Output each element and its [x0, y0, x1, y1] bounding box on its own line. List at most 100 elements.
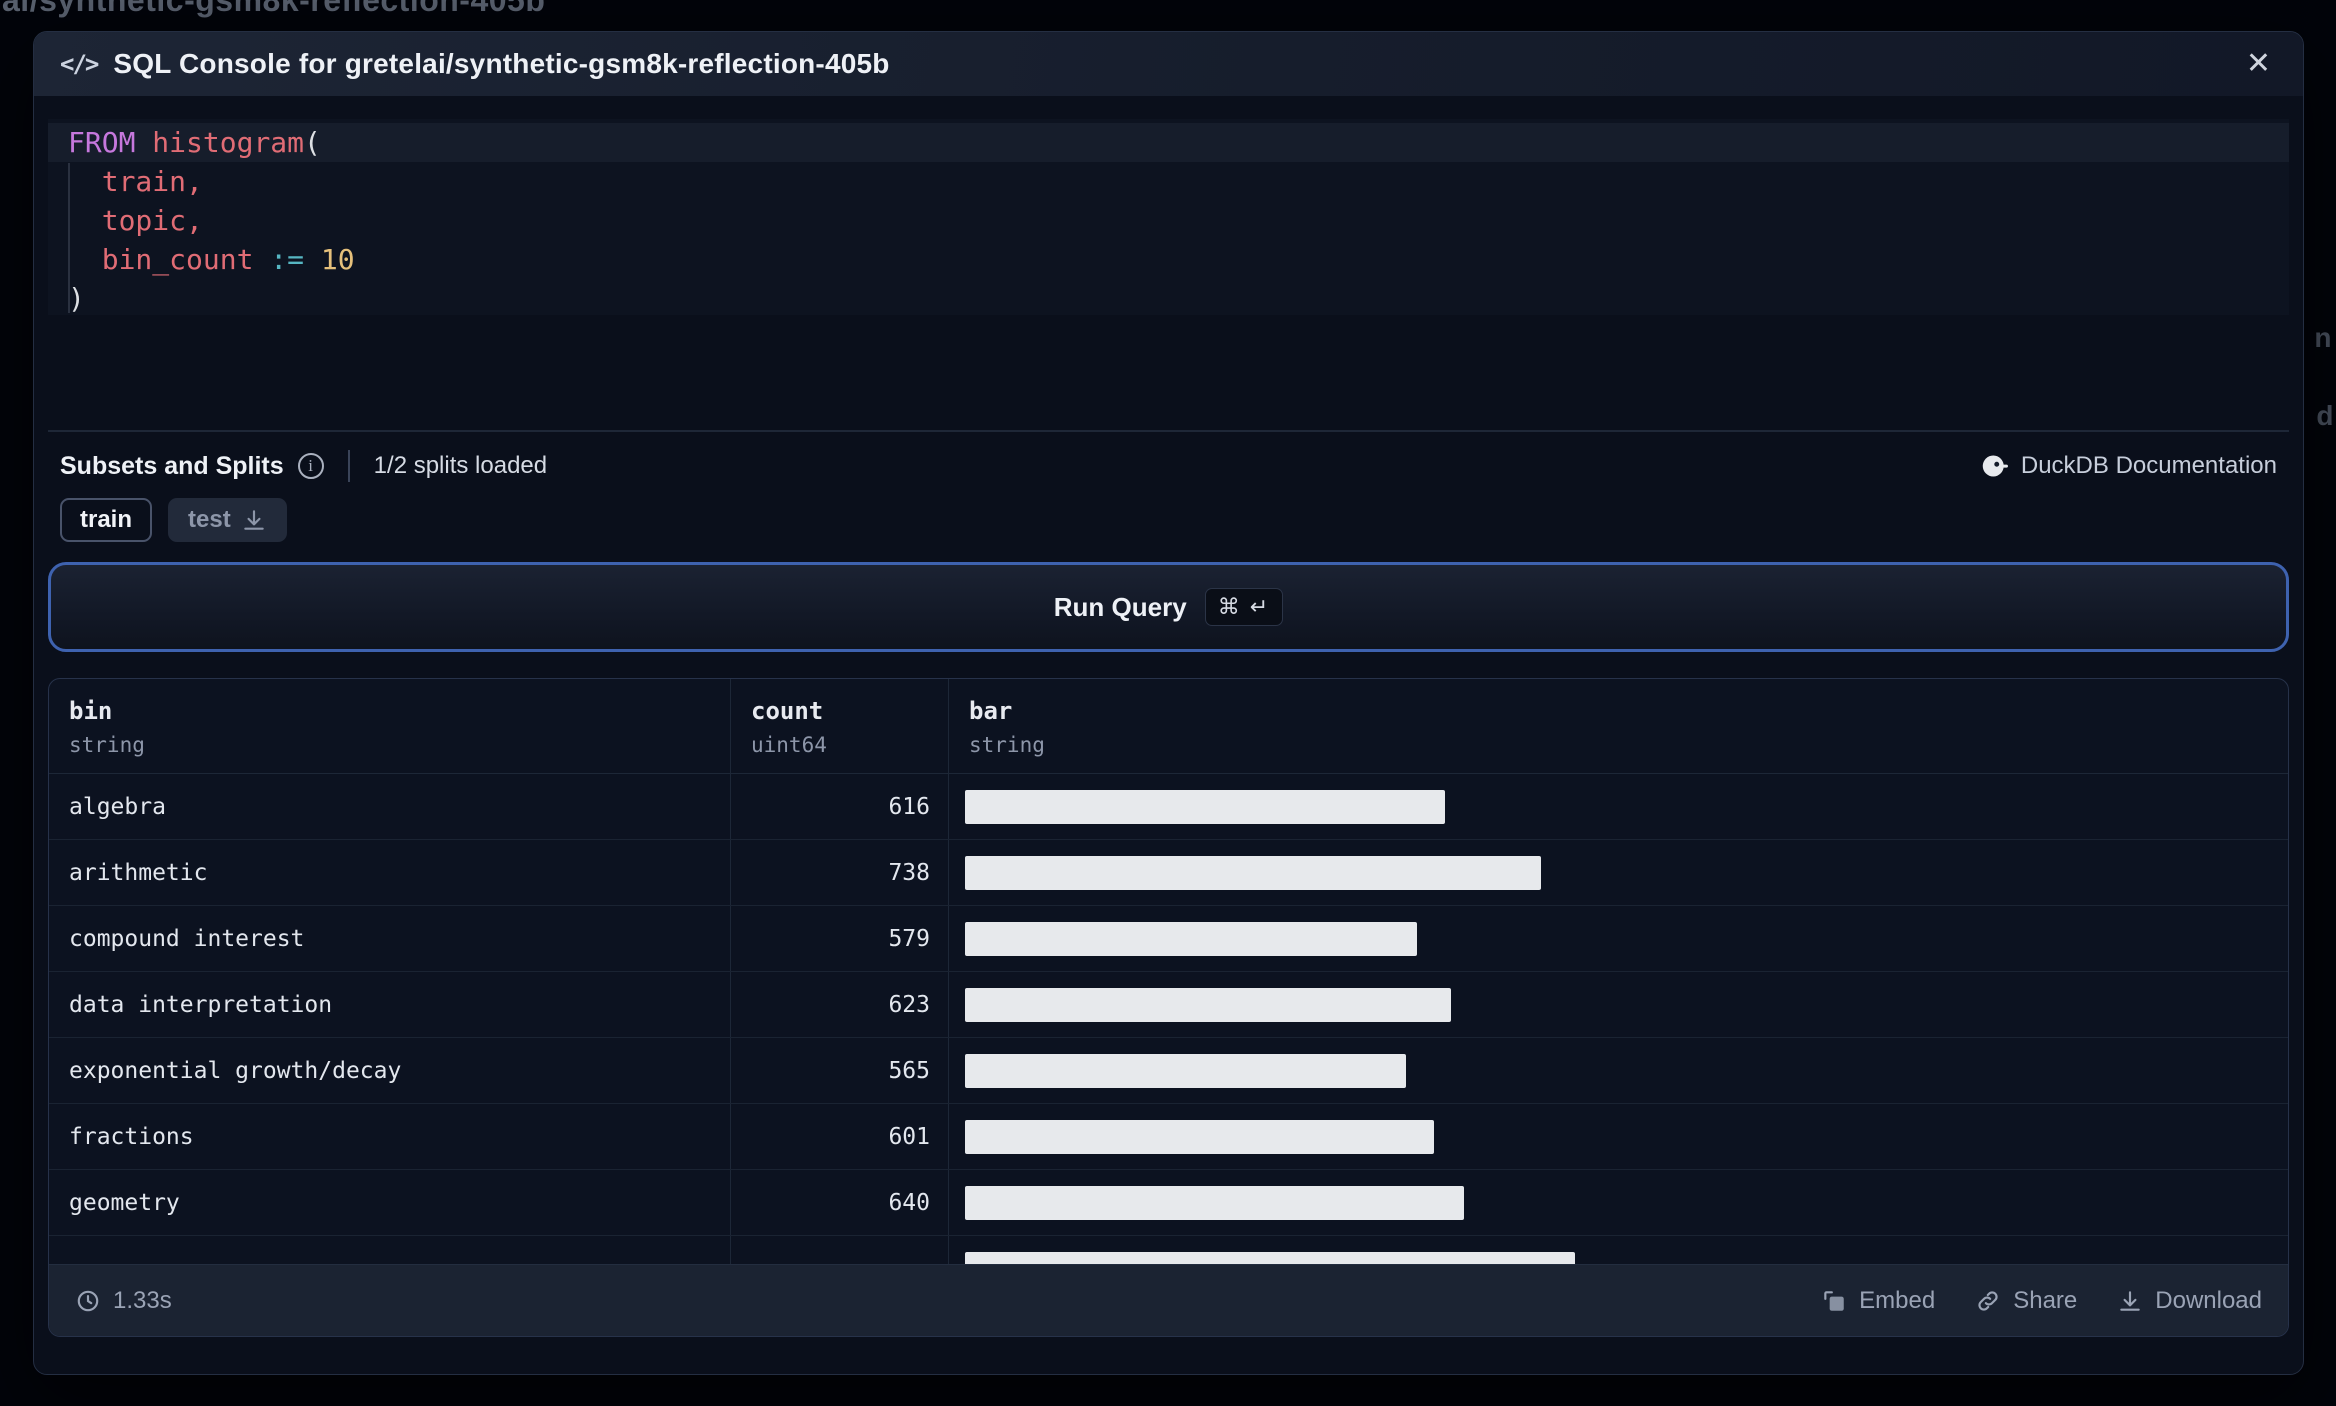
histogram-bar: [965, 921, 1417, 956]
table-row: algebra 616: [49, 774, 2288, 840]
split-label: test: [188, 506, 231, 533]
download-icon: [243, 510, 264, 530]
column-header-bin: bin string: [49, 679, 731, 773]
code-line: topic,: [48, 201, 2289, 240]
indent-guide: [68, 163, 70, 313]
run-query-label: Run Query: [1053, 591, 1187, 622]
table-header: bin string count uint64 bar string: [49, 679, 2288, 774]
column-header-bar: bar string: [949, 679, 2288, 773]
code-line: FROM histogram(: [48, 123, 2289, 162]
download-button[interactable]: Download: [2117, 1287, 2262, 1315]
splits-loaded-status: 1/2 splits loaded: [373, 452, 548, 479]
footer-action-label: Share: [2013, 1286, 2078, 1314]
count-cell: 565: [731, 1038, 949, 1103]
bin-cell: exponential growth/decay: [49, 1038, 731, 1103]
split-train-button[interactable]: train: [60, 498, 153, 542]
code-token: ,: [186, 165, 203, 198]
table-row: compound interest 579: [49, 906, 2288, 972]
sql-editor[interactable]: FROM histogram( train, topic, bin_count …: [48, 119, 2289, 315]
embed-icon: [1824, 1290, 1844, 1311]
close-button[interactable]: ✕: [2240, 45, 2277, 83]
bar-cell: [949, 972, 2288, 1037]
info-icon[interactable]: i: [297, 453, 324, 479]
code-token: bin_count: [101, 243, 254, 276]
bar-cell: [949, 840, 2288, 905]
footer-action-label: Download: [2155, 1286, 2262, 1314]
split-label: train: [80, 506, 133, 533]
query-duration: 1.33s: [75, 1287, 172, 1315]
split-buttons: train test: [60, 498, 2277, 542]
sql-console-modal: </> SQL Console for gretelai/synthetic-g…: [33, 31, 2304, 1375]
bar-cell: [949, 1236, 2288, 1264]
bin-cell: [49, 1236, 731, 1264]
split-test-button[interactable]: test: [168, 498, 287, 542]
share-button[interactable]: Share: [1975, 1287, 2077, 1315]
share-icon: [1978, 1290, 1998, 1311]
count-cell: 579: [731, 906, 949, 971]
code-token: train: [101, 165, 187, 198]
subsets-left: Subsets and Splits i 1/2 splits loaded: [60, 450, 547, 482]
code-token: ,: [186, 204, 203, 237]
count-cell: 616: [731, 774, 949, 839]
table-row: data interpretation 623: [49, 972, 2288, 1038]
subsets-row: Subsets and Splits i 1/2 splits loaded D…: [60, 450, 2277, 482]
code-token: histogram: [152, 126, 305, 159]
histogram-bar: [965, 1119, 1434, 1154]
background-text-fragment: n: [2314, 322, 2332, 353]
code-token: :=: [270, 243, 305, 276]
histogram-bar: [965, 1053, 1406, 1088]
table-row: geometry 640: [49, 1170, 2288, 1236]
column-name: bar: [969, 697, 1013, 725]
bin-cell: fractions: [49, 1104, 731, 1169]
bin-cell: arithmetic: [49, 840, 731, 905]
background-text-fragment: d: [2316, 400, 2334, 431]
docs-label: DuckDB Documentation: [2020, 452, 2277, 479]
code-token: topic: [101, 204, 187, 237]
bar-cell: [949, 1104, 2288, 1169]
embed-button[interactable]: Embed: [1821, 1287, 1935, 1315]
table-body[interactable]: algebra 616 arithmetic 738 compound interest…: [49, 774, 2288, 1264]
bar-cell: [949, 1038, 2288, 1103]
code-line: bin_count := 10: [48, 240, 2289, 279]
histogram-bar: [965, 987, 1451, 1022]
column-type: uint64: [751, 733, 827, 757]
run-query-button[interactable]: Run Query ⌘ ↵: [48, 562, 2289, 652]
code-line: ): [48, 279, 2289, 318]
table-row: arithmetic 738: [49, 840, 2288, 906]
count-cell: 601: [731, 1104, 949, 1169]
clock-icon: [77, 1290, 99, 1311]
histogram-bar: [965, 1185, 1464, 1220]
panel-divider: [48, 430, 2289, 432]
code-token: 10: [320, 243, 355, 276]
bin-cell: data interpretation: [49, 972, 731, 1037]
footer-action-label: Embed: [1859, 1286, 1936, 1314]
table-row: exponential growth/decay 565: [49, 1038, 2288, 1104]
footer-actions: Embed Share Download: [1821, 1287, 2262, 1315]
code-line: train,: [48, 162, 2289, 201]
download-icon: [2120, 1290, 2141, 1311]
column-type: string: [69, 733, 145, 757]
bar-cell: [949, 1170, 2288, 1235]
code-token: ): [68, 282, 85, 315]
code-token: (: [304, 126, 321, 159]
duckdb-documentation-link[interactable]: DuckDB Documentation: [1981, 452, 2277, 480]
table-row-partial: [49, 1236, 2288, 1264]
bin-cell: compound interest: [49, 906, 731, 971]
subsets-heading: Subsets and Splits: [60, 451, 284, 480]
table-row: fractions 601: [49, 1104, 2288, 1170]
bin-cell: geometry: [49, 1170, 731, 1235]
count-cell: 623: [731, 972, 949, 1037]
bar-cell: [949, 906, 2288, 971]
results-table: bin string count uint64 bar string algebra 616…: [48, 678, 2289, 1337]
duration-value: 1.33s: [113, 1286, 172, 1314]
column-type: string: [969, 733, 1045, 757]
vertical-divider: [347, 450, 350, 482]
column-name: bin: [69, 697, 113, 725]
code-token: FROM: [68, 126, 153, 159]
code-icon: </>: [60, 50, 99, 78]
